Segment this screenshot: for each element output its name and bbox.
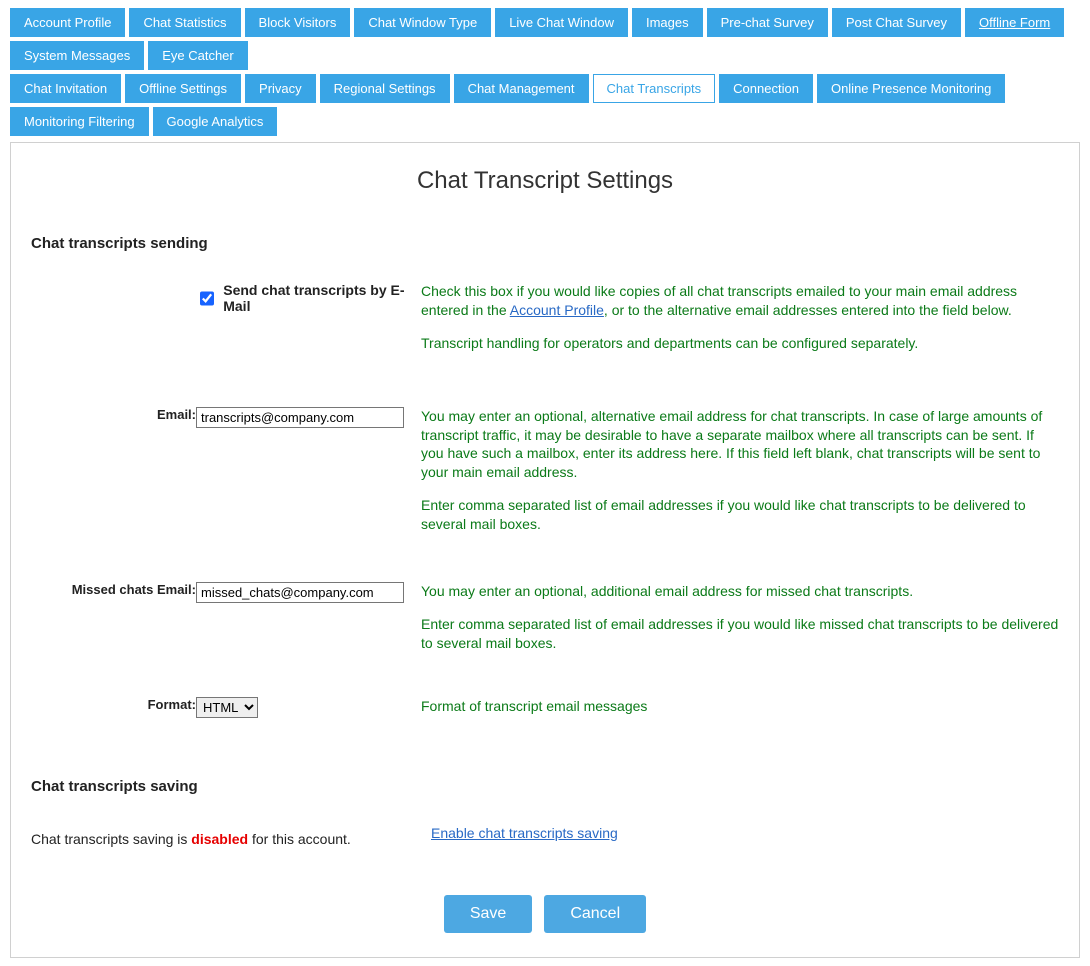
missed-help-2: Enter comma separated list of email addr… [421,615,1059,653]
saving-status-word: disabled [191,831,248,847]
tab-chat-invitation[interactable]: Chat Invitation [10,74,121,103]
tab-images[interactable]: Images [632,8,703,37]
save-button[interactable]: Save [444,895,532,933]
missed-email-input[interactable] [196,582,404,603]
send-transcripts-label[interactable]: Send chat transcripts by E-Mail [223,282,421,314]
tab-chat-window-type[interactable]: Chat Window Type [354,8,491,37]
tab-block-visitors[interactable]: Block Visitors [245,8,351,37]
send-help-1: Check this box if you would like copies … [421,282,1059,320]
format-select[interactable]: HTMLText [196,697,258,718]
missed-email-label: Missed chats Email: [31,582,196,697]
page-title: Chat Transcript Settings [31,167,1059,195]
format-help: Format of transcript email messages [421,697,1059,716]
tab-pre-chat-survey[interactable]: Pre-chat Survey [707,8,828,37]
tab-live-chat-window[interactable]: Live Chat Window [495,8,628,37]
format-label: Format: [31,697,196,748]
email-help-1: You may enter an optional, alternative e… [421,407,1059,483]
send-help-2: Transcript handling for operators and de… [421,334,1059,353]
tab-chat-management[interactable]: Chat Management [454,74,589,103]
tab-regional-settings[interactable]: Regional Settings [320,74,450,103]
email-label: Email: [31,407,196,582]
top-tab-nav: Account ProfileChat StatisticsBlock Visi… [10,8,1080,70]
tab-privacy[interactable]: Privacy [245,74,316,103]
tab-post-chat-survey[interactable]: Post Chat Survey [832,8,961,37]
tab-google-analytics[interactable]: Google Analytics [153,107,278,136]
email-help-2: Enter comma separated list of email addr… [421,496,1059,534]
tab-system-messages[interactable]: System Messages [10,41,144,70]
tab-eye-catcher[interactable]: Eye Catcher [148,41,248,70]
tab-chat-statistics[interactable]: Chat Statistics [129,8,240,37]
cancel-button[interactable]: Cancel [544,895,646,933]
settings-panel: Chat Transcript Settings Chat transcript… [10,142,1080,958]
settings-form: Send chat transcripts by E-Mail Check th… [31,282,1059,748]
button-row: Save Cancel [31,895,1059,933]
tab-offline-form[interactable]: Offline Form [965,8,1064,37]
section-saving-heading: Chat transcripts saving [31,778,1059,795]
section-sending-heading: Chat transcripts sending [31,235,1059,252]
tab-monitoring-filtering[interactable]: Monitoring Filtering [10,107,149,136]
tab-offline-settings[interactable]: Offline Settings [125,74,241,103]
missed-help-1: You may enter an optional, additional em… [421,582,1059,601]
send-transcripts-checkbox[interactable] [200,291,214,306]
tab-chat-transcripts[interactable]: Chat Transcripts [593,74,716,103]
sub-tab-nav: Chat InvitationOffline SettingsPrivacyRe… [10,74,1080,136]
tab-connection[interactable]: Connection [719,74,813,103]
saving-status-text: Chat transcripts saving is disabled for … [31,831,431,847]
tab-account-profile[interactable]: Account Profile [10,8,125,37]
enable-saving-link[interactable]: Enable chat transcripts saving [431,825,618,841]
account-profile-link[interactable]: Account Profile [510,302,604,318]
email-input[interactable] [196,407,404,428]
tab-online-presence-monitoring[interactable]: Online Presence Monitoring [817,74,1005,103]
